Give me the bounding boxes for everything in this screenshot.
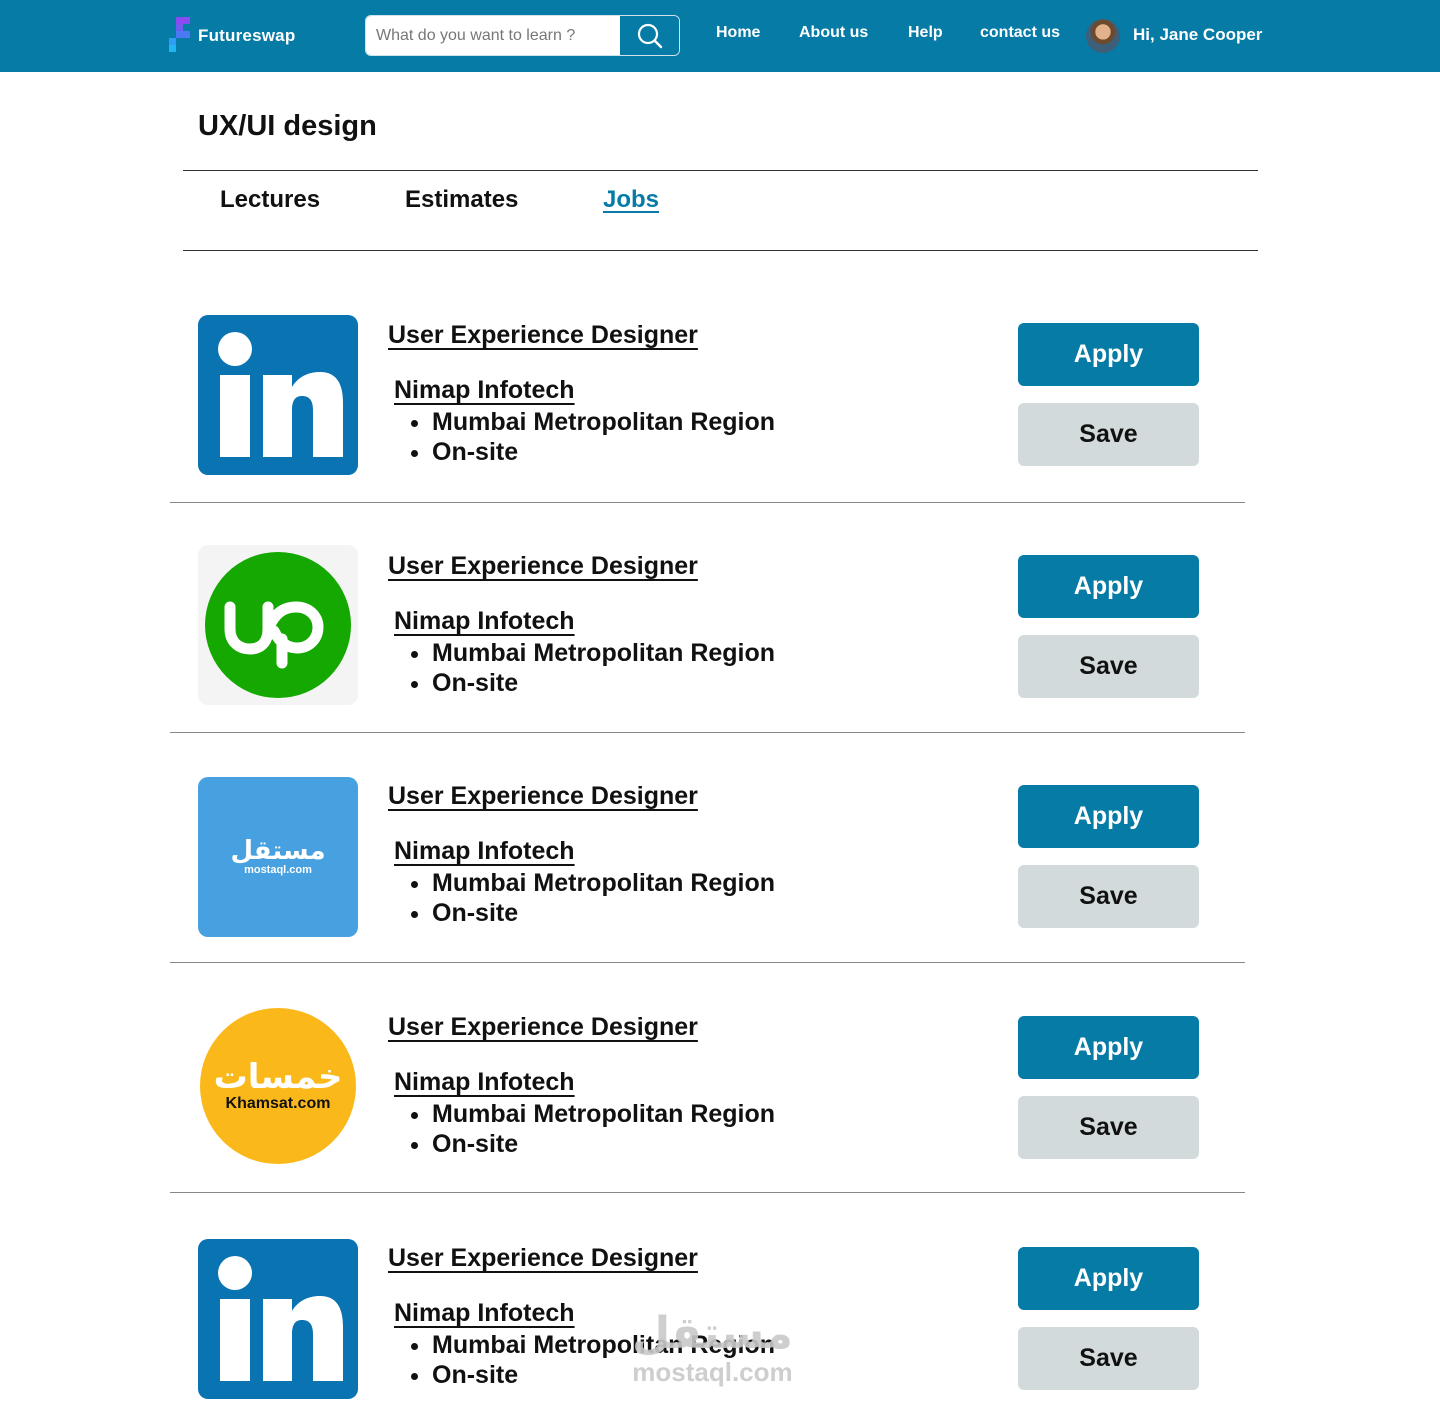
apply-button[interactable]: Apply [1018,785,1199,848]
company-name[interactable]: Nimap Infotech [394,1068,575,1097]
job-card: User Experience Designer Nimap Infotech … [170,503,1245,733]
job-workplace: On-site [432,1129,775,1159]
job-workplace: On-site [432,668,775,698]
search-input[interactable] [366,16,620,55]
tab-estimates[interactable]: Estimates [405,186,518,214]
linkedin-logo [198,1239,358,1399]
user-greeting[interactable]: Hi, Jane Cooper [1133,25,1262,45]
save-button[interactable]: Save [1018,635,1199,698]
nav-about-us[interactable]: About us [799,24,868,42]
company-name[interactable]: Nimap Infotech [394,1299,575,1328]
job-details-list: Mumbai Metropolitan Region On-site [408,1099,775,1159]
top-navigation-bar: Futureswap Home About us Help contact us… [0,0,1440,72]
job-details-list: Mumbai Metropolitan Region On-site [408,868,775,928]
job-workplace: On-site [432,437,775,467]
job-details-list: Mumbai Metropolitan Region On-site [408,638,775,698]
mostaql-logo-domain: mostaql.com [244,864,312,876]
company-name[interactable]: Nimap Infotech [394,607,575,636]
company-name[interactable]: Nimap Infotech [394,837,575,866]
save-button[interactable]: Save [1018,1327,1199,1390]
upwork-logo [198,545,358,705]
save-button[interactable]: Save [1018,1096,1199,1159]
job-location: Mumbai Metropolitan Region [432,1099,775,1129]
apply-button[interactable]: Apply [1018,1016,1199,1079]
linkedin-logo [198,315,358,475]
job-title[interactable]: User Experience Designer [388,1013,698,1042]
user-avatar[interactable] [1086,19,1120,53]
watermark-arabic: مستقل [632,1308,793,1359]
save-button[interactable]: Save [1018,403,1199,466]
job-card: مستقل mostaql.com User Experience Design… [170,733,1245,963]
watermark-domain: mostaql.com [632,1357,793,1387]
search-icon [637,23,662,48]
job-location: Mumbai Metropolitan Region [432,638,775,668]
nav-home[interactable]: Home [716,24,760,42]
job-location: Mumbai Metropolitan Region [432,407,775,437]
khamsat-logo-domain: Khamsat.com [225,1095,331,1112]
brand-name: Futureswap [198,26,296,45]
tabs-bottom-divider [183,250,1258,251]
job-workplace: On-site [432,898,775,928]
search-bar [365,15,680,56]
job-card: خمسات Khamsat.com User Experience Design… [170,963,1245,1193]
khamsat-logo: خمسات Khamsat.com [200,1008,356,1164]
job-details-list: Mumbai Metropolitan Region On-site [408,407,775,467]
khamsat-logo-arabic: خمسات [213,1057,343,1097]
save-button[interactable]: Save [1018,865,1199,928]
job-title[interactable]: User Experience Designer [388,552,698,581]
watermark: مستقل mostaql.com [632,1308,793,1387]
job-location: Mumbai Metropolitan Region [432,868,775,898]
brand-logo[interactable]: Futureswap [168,16,295,56]
page-title: UX/UI design [198,110,377,142]
apply-button[interactable]: Apply [1018,555,1199,618]
apply-button[interactable]: Apply [1018,323,1199,386]
nav-help[interactable]: Help [908,24,943,42]
tab-jobs[interactable]: Jobs [603,186,659,214]
tab-lectures[interactable]: Lectures [220,186,320,214]
brand-logo-icon [168,17,192,55]
tabs-top-divider [183,170,1258,171]
job-card: User Experience Designer Nimap Infotech … [170,273,1245,503]
job-title[interactable]: User Experience Designer [388,1244,698,1273]
job-title[interactable]: User Experience Designer [388,782,698,811]
mostaql-logo: مستقل mostaql.com [198,777,358,937]
search-button[interactable] [619,16,679,55]
company-name[interactable]: Nimap Infotech [394,376,575,405]
apply-button[interactable]: Apply [1018,1247,1199,1310]
job-title[interactable]: User Experience Designer [388,321,698,350]
mostaql-logo-arabic: مستقل [230,836,326,866]
nav-contact-us[interactable]: contact us [980,24,1060,42]
